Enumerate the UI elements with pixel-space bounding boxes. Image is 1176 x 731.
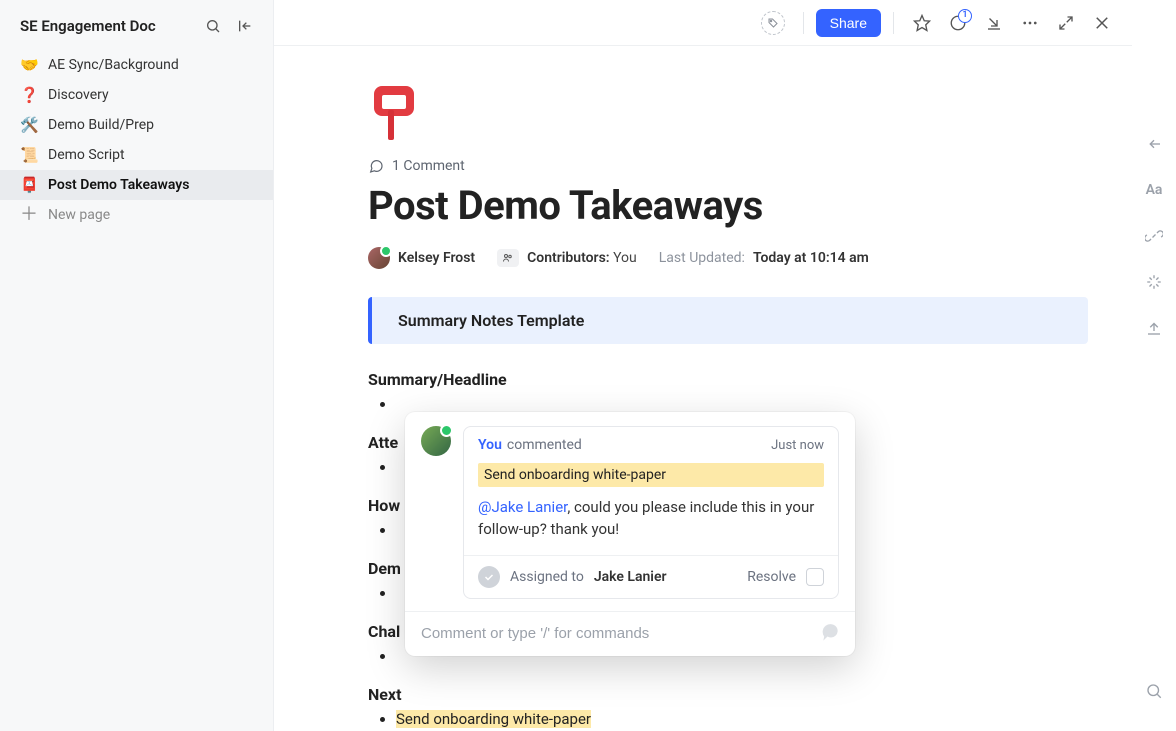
expand-button[interactable]: [1050, 7, 1082, 39]
last-updated-label: Last Updated:: [659, 250, 745, 266]
sidebar-item-label: Demo Build/Prep: [48, 117, 154, 133]
notifications-button[interactable]: 1: [942, 7, 974, 39]
close-button[interactable]: [1086, 7, 1118, 39]
mailbox-icon: [370, 86, 418, 142]
resolve-checkbox[interactable]: [806, 568, 824, 586]
handshake-icon: 🤝: [20, 56, 38, 74]
divider: [893, 12, 894, 34]
right-rail: Aa: [1132, 0, 1176, 731]
sidebar-item-label: AE Sync/Background: [48, 57, 179, 73]
sidebar: SE Engagement Doc 🤝 AE Sync/Background ❓…: [0, 0, 274, 731]
comment-message: @Jake Lanier, could you please include t…: [464, 497, 838, 555]
section-heading: Next: [368, 685, 1088, 704]
sidebar-item-ae-sync[interactable]: 🤝 AE Sync/Background: [0, 50, 273, 80]
contributors-label: Contributors:: [527, 250, 609, 266]
mailbox-icon: 📮: [20, 176, 38, 194]
comment-card: You commented Just now Send onboarding w…: [463, 426, 839, 599]
sidebar-item-discovery[interactable]: ❓ Discovery: [0, 80, 273, 110]
notifications-badge: 1: [958, 9, 972, 23]
sidebar-item-label: Post Demo Takeaways: [48, 177, 189, 193]
check-circle-icon[interactable]: [478, 566, 500, 588]
divider: [803, 12, 804, 34]
section-summary[interactable]: Summary/Headline: [368, 370, 1088, 415]
link-icon[interactable]: [1140, 222, 1168, 250]
comment-timestamp: Just now: [771, 438, 824, 453]
workspace-title: SE Engagement Doc: [20, 17, 193, 35]
sidebar-nav: 🤝 AE Sync/Background ❓ Discovery 🛠️ Demo…: [0, 44, 273, 236]
sidebar-header: SE Engagement Doc: [0, 0, 273, 44]
contributors-chip[interactable]: Contributors: You: [497, 249, 637, 267]
page-title[interactable]: Post Demo Takeaways: [368, 182, 1088, 229]
search-icon[interactable]: [201, 14, 225, 38]
comment-count-label: 1 Comment: [392, 158, 465, 174]
search-page-icon[interactable]: [1140, 691, 1168, 731]
download-button[interactable]: [978, 7, 1010, 39]
indent-icon[interactable]: [1140, 130, 1168, 158]
comment-action: commented: [507, 437, 582, 453]
sidebar-item-label: Discovery: [48, 87, 109, 103]
callout-text: Summary Notes Template: [398, 311, 584, 330]
last-updated-value: Today at 10:14 am: [753, 250, 869, 266]
sidebar-item-demo-script[interactable]: 📜 Demo Script: [0, 140, 273, 170]
callout-template[interactable]: Summary Notes Template: [368, 297, 1088, 344]
question-icon: ❓: [20, 86, 38, 104]
mention[interactable]: @Jake Lanier: [478, 498, 567, 516]
resolve-button[interactable]: Resolve: [747, 569, 796, 585]
highlighted-text: Send onboarding white-paper: [396, 710, 591, 728]
tools-icon: 🛠️: [20, 116, 38, 134]
section-heading: Summary/Headline: [368, 370, 1088, 389]
owner-name: Kelsey Frost: [398, 250, 475, 266]
people-icon: [497, 249, 519, 267]
topbar: Share 1: [274, 0, 1132, 46]
comment-input[interactable]: [419, 624, 807, 643]
meta-row: Kelsey Frost Contributors: You: [368, 247, 1088, 269]
tag-button[interactable]: [761, 11, 785, 35]
assigned-name: Jake Lanier: [594, 569, 667, 585]
share-button[interactable]: Share: [816, 9, 881, 37]
assigned-to-label: Assigned to: [510, 569, 584, 585]
send-comment-icon[interactable]: [819, 624, 841, 644]
favorite-button[interactable]: [906, 7, 938, 39]
sidebar-item-demo-build[interactable]: 🛠️ Demo Build/Prep: [0, 110, 273, 140]
comment-icon: [368, 158, 384, 174]
list-item[interactable]: Send onboarding white-paper: [396, 708, 1088, 730]
comment-author: You: [478, 437, 502, 453]
typography-icon[interactable]: Aa: [1140, 176, 1168, 204]
comment-input-row: [405, 611, 855, 656]
sidebar-new-page[interactable]: ＋ New page: [0, 200, 273, 230]
sparkle-icon[interactable]: [1140, 268, 1168, 296]
owner-chip[interactable]: Kelsey Frost: [368, 247, 475, 269]
avatar: [368, 247, 390, 269]
sidebar-item-label: Demo Script: [48, 147, 125, 163]
avatar: [421, 426, 451, 456]
plus-icon: ＋: [20, 206, 38, 224]
more-button[interactable]: [1014, 7, 1046, 39]
section-next[interactable]: Next Send onboarding white-paper: [368, 685, 1088, 730]
comment-popover: You commented Just now Send onboarding w…: [405, 412, 855, 656]
collapse-sidebar-icon[interactable]: [233, 14, 257, 38]
sidebar-item-label: New page: [48, 207, 110, 223]
contributors-value: You: [613, 250, 637, 266]
comment-quote: Send onboarding white-paper: [478, 463, 824, 487]
sidebar-item-post-demo[interactable]: 📮 Post Demo Takeaways: [0, 170, 273, 200]
last-updated: Last Updated: Today at 10:14 am: [659, 250, 869, 266]
upload-icon[interactable]: [1140, 314, 1168, 342]
page-emoji[interactable]: [368, 86, 420, 142]
comment-assign-row: Assigned to Jake Lanier Resolve: [464, 555, 838, 598]
scroll-icon: 📜: [20, 146, 38, 164]
comment-count[interactable]: 1 Comment: [368, 158, 1088, 174]
